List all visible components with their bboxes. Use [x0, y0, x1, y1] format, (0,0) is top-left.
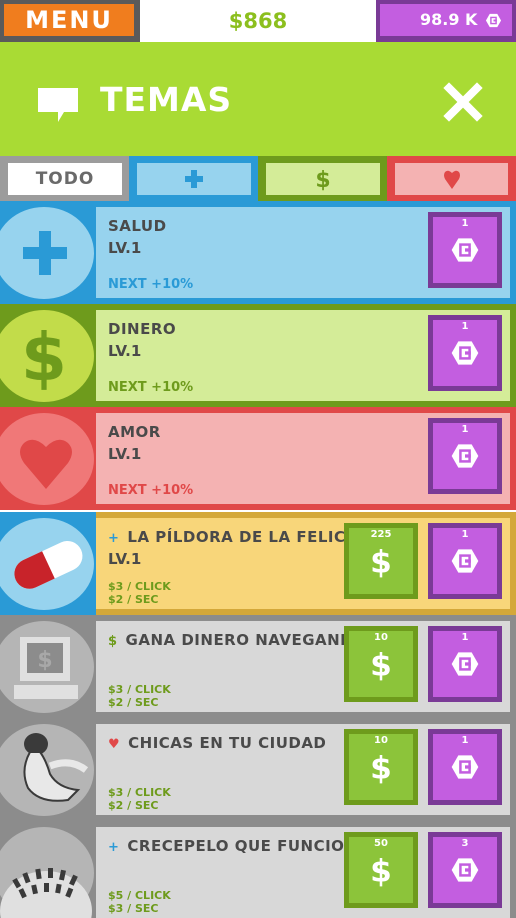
- upgrade-coin-button[interactable]: 1: [428, 212, 502, 288]
- dollar-icon: [368, 646, 394, 682]
- topic-next: NEXT +10%: [108, 277, 194, 292]
- svg-text:$: $: [315, 168, 330, 191]
- tab-todo-label: TODO: [8, 163, 122, 195]
- svg-text:$: $: [37, 648, 52, 673]
- dollar-icon: [368, 852, 394, 888]
- per-sec: $2 / SEC: [108, 593, 159, 606]
- topic-level: LV.1: [108, 342, 142, 360]
- buy-coin-button[interactable]: 1: [428, 729, 502, 805]
- coin-icon: [450, 441, 480, 471]
- coin-price: 1: [461, 218, 469, 229]
- item-name: CRECEPELO QUE FUNCIONA: [127, 837, 370, 855]
- cash-price: 10: [374, 735, 388, 746]
- dollar-icon: [368, 543, 394, 579]
- dollar-icon: $: [315, 168, 330, 191]
- tab-todo[interactable]: TODO: [0, 156, 130, 201]
- coin-amount: 98.9 K: [420, 10, 478, 29]
- buy-cash-button[interactable]: 10: [344, 729, 418, 805]
- item-row: $ $ GANA DINERO NAVEGANDO $3 / CLICK $2 /…: [0, 615, 516, 718]
- page-title: TEMAS: [100, 80, 233, 119]
- topic-level: LV.1: [108, 445, 142, 463]
- item-name: CHICAS EN TU CIUDAD: [128, 734, 327, 752]
- tab-amor[interactable]: [387, 156, 516, 201]
- item-row: ♥ CHICAS EN TU CIUDAD $3 / CLICK $2 / SEC…: [0, 718, 516, 821]
- coin-price: 1: [461, 321, 469, 332]
- tab-salud[interactable]: [129, 156, 259, 201]
- per-sec: $3 / SEC: [108, 902, 159, 915]
- woman-icon: [0, 718, 96, 821]
- buy-cash-button[interactable]: 10: [344, 626, 418, 702]
- item-row: + LA PÍLDORA DE LA FELICIDAD LV.1 $3 / CL…: [0, 512, 516, 615]
- buy-coin-button[interactable]: 1: [428, 626, 502, 702]
- cash-price: 10: [374, 632, 388, 643]
- buy-coin-button[interactable]: 3: [428, 832, 502, 908]
- buy-coin-button[interactable]: 1: [428, 523, 502, 599]
- topic-name: SALUD: [108, 217, 167, 235]
- money-counter: $868: [228, 9, 288, 33]
- upgrade-coin-button[interactable]: 1: [428, 418, 502, 494]
- money-coin-icon: $: [0, 304, 96, 407]
- svg-text:$: $: [21, 319, 67, 396]
- per-click: $3 / CLICK: [108, 580, 171, 593]
- topics-list[interactable]: SALUD LV.1 NEXT +10% 1 $ DINERO LV.1 NEX…: [0, 201, 516, 918]
- topic-row-amor: AMOR LV.1 NEXT +10% 1: [0, 407, 516, 510]
- per-click: $5 / CLICK: [108, 889, 171, 902]
- close-icon[interactable]: [443, 82, 483, 122]
- per-click: $3 / CLICK: [108, 683, 171, 696]
- coin-price: 1: [461, 632, 469, 643]
- topic-name: DINERO: [108, 320, 177, 338]
- item-level: LV.1: [108, 550, 142, 568]
- coin-icon: [450, 338, 480, 368]
- computer-icon: $: [0, 615, 96, 718]
- cash-price: 50: [374, 838, 388, 849]
- item-name: GANA DINERO NAVEGANDO: [125, 631, 367, 649]
- buy-cash-button[interactable]: 225: [344, 523, 418, 599]
- coin-price: 1: [461, 735, 469, 746]
- item-row: + CRECEPELO QUE FUNCIONA $5 / CLICK $3 / …: [0, 821, 516, 918]
- buy-cash-button[interactable]: 50: [344, 832, 418, 908]
- chat-bubble-icon: [38, 88, 78, 122]
- salud-mark: +: [108, 840, 120, 855]
- amor-mark: ♥: [108, 737, 121, 752]
- top-bar: MENU $868 98.9 K: [0, 0, 516, 42]
- menu-button[interactable]: MENU: [0, 0, 140, 42]
- coin-price: 1: [461, 424, 469, 435]
- heart-icon: [443, 170, 460, 189]
- dollar-icon: [368, 749, 394, 785]
- topic-level: LV.1: [108, 239, 142, 257]
- coin-icon: [450, 546, 480, 576]
- dinero-mark: $: [108, 634, 118, 649]
- hair-icon: [0, 821, 96, 918]
- pill-icon: [0, 512, 96, 615]
- cash-price: 225: [370, 529, 392, 540]
- salud-mark: +: [108, 531, 120, 546]
- plus-icon: [185, 170, 203, 188]
- love-heart-icon: [0, 407, 96, 510]
- coin-icon: [450, 235, 480, 265]
- per-click: $3 / CLICK: [108, 786, 171, 799]
- topic-row-salud: SALUD LV.1 NEXT +10% 1: [0, 201, 516, 304]
- per-sec: $2 / SEC: [108, 799, 159, 812]
- filter-tabs: TODO $: [0, 156, 516, 201]
- upgrade-coin-button[interactable]: 1: [428, 315, 502, 391]
- coin-icon: [450, 855, 480, 885]
- topic-next: NEXT +10%: [108, 380, 194, 395]
- coin-price: 3: [461, 838, 469, 849]
- topic-next: NEXT +10%: [108, 483, 194, 498]
- coin-icon: [450, 752, 480, 782]
- coin-icon: [450, 649, 480, 679]
- menu-label: MENU: [4, 4, 134, 36]
- coin-icon: [485, 12, 502, 29]
- coin-counter[interactable]: 98.9 K: [376, 0, 516, 42]
- topic-name: AMOR: [108, 423, 161, 441]
- health-icon: [0, 201, 96, 304]
- coin-price: 1: [461, 529, 469, 540]
- tab-dinero[interactable]: $: [258, 156, 388, 201]
- topic-row-dinero: $ DINERO LV.1 NEXT +10% 1: [0, 304, 516, 407]
- per-sec: $2 / SEC: [108, 696, 159, 709]
- topics-header: TEMAS: [0, 42, 516, 156]
